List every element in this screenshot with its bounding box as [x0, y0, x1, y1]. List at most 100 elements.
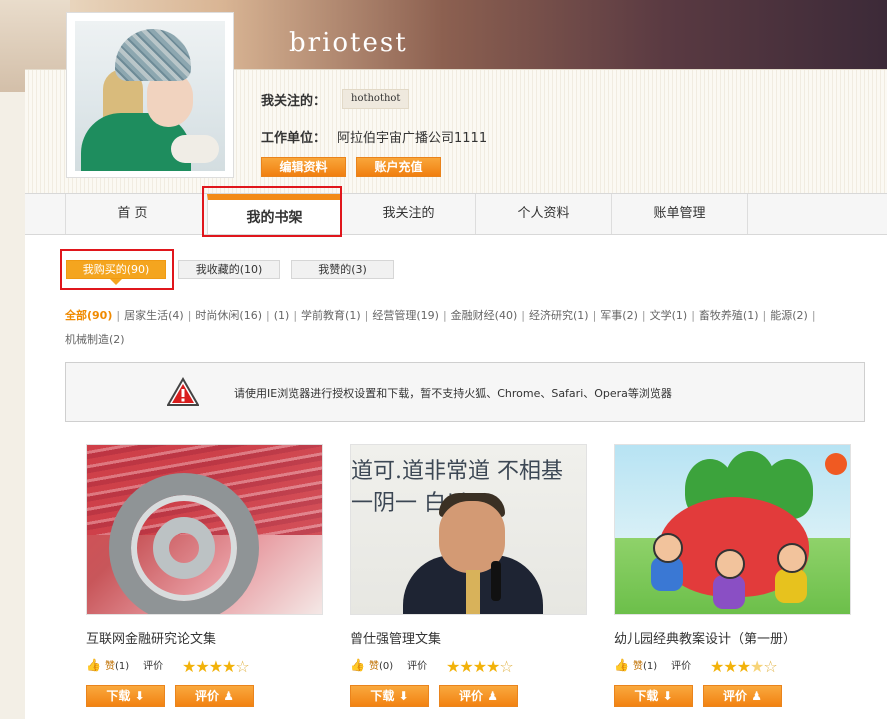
- category-filter: 全部(90) | 居家生活(4) | 时尚休闲(16) | (1) | 学前教育(1) | 经营管理…: [65, 304, 875, 352]
- nav-following[interactable]: 我关注的: [341, 194, 475, 234]
- category-item[interactable]: 全部(90): [65, 309, 112, 322]
- rating-label: 评价: [143, 661, 164, 672]
- book-cover[interactable]: 道可.道非常道 不相基 一阴一 白以乙: [350, 444, 587, 615]
- category-separator: |: [691, 309, 695, 322]
- category-item[interactable]: 能源(2): [770, 309, 808, 322]
- user-icon: ♟: [751, 689, 762, 703]
- like-label[interactable]: 赞: [633, 661, 643, 672]
- recharge-button[interactable]: 账户充值: [356, 157, 441, 177]
- nav-profile[interactable]: 个人资料: [475, 194, 611, 234]
- avatar-cup: [171, 135, 219, 163]
- book-title[interactable]: 幼儿园经典教案设计（第一册）: [614, 628, 796, 647]
- main-nav: 首 页 我的书架 我关注的 个人资料 账单管理: [25, 193, 887, 235]
- like-row: 👍 赞(0) 评价: [350, 657, 427, 672]
- download-button[interactable]: 下载 ⬇: [350, 685, 429, 707]
- star-full-icon[interactable]: ★: [446, 657, 460, 676]
- star-full-icon[interactable]: ★: [195, 657, 209, 676]
- book-cover[interactable]: [614, 444, 851, 615]
- rating-label: 评价: [671, 661, 692, 672]
- category-item[interactable]: 学前教育(1): [301, 309, 361, 322]
- nav-bill[interactable]: 账单管理: [611, 194, 748, 234]
- star-empty-icon[interactable]: ☆: [235, 657, 249, 676]
- category-item[interactable]: 时尚休闲(16): [195, 309, 262, 322]
- subtab-favorites[interactable]: 我收藏的(10): [178, 260, 280, 279]
- thumb-up-icon[interactable]: 👍: [86, 658, 101, 672]
- category-separator: |: [521, 309, 525, 322]
- browser-notice: 请使用IE浏览器进行授权设置和下载，暂不支持火狐、Chrome、Safari、O…: [65, 362, 865, 422]
- star-empty-icon[interactable]: ☆: [499, 657, 513, 676]
- user-icon: ♟: [223, 689, 234, 703]
- category-separator: |: [811, 309, 816, 322]
- category-separator: |: [762, 309, 767, 322]
- follow-tag[interactable]: hothothot: [342, 89, 410, 109]
- highlight-box-subtab: [60, 249, 174, 290]
- category-item[interactable]: 居家生活(4): [124, 309, 184, 322]
- like-label[interactable]: 赞: [369, 661, 379, 672]
- cover-kid-body: [775, 569, 807, 603]
- download-label: 下载: [370, 689, 395, 703]
- book-card: 幼儿园经典教案设计（第一册） 👍 赞(1) 评价 ★★★★☆ 下载 ⬇ 评价 ♟: [614, 444, 854, 707]
- like-label[interactable]: 赞: [105, 661, 115, 672]
- review-label: 评价: [195, 689, 220, 703]
- star-full-icon[interactable]: ★: [209, 657, 223, 676]
- book-title[interactable]: 曾仕强管理文集: [350, 628, 441, 647]
- avatar-hat: [115, 29, 191, 81]
- thumb-up-icon[interactable]: 👍: [350, 658, 365, 672]
- book-cover[interactable]: [86, 444, 323, 615]
- download-icon: ⬇: [134, 689, 145, 703]
- like-row: 👍 赞(1) 评价: [86, 657, 163, 672]
- category-item[interactable]: 经济研究(1): [529, 309, 589, 322]
- nav-home[interactable]: 首 页: [65, 194, 199, 234]
- download-label: 下载: [634, 689, 659, 703]
- review-button[interactable]: 评价 ♟: [175, 685, 254, 707]
- review-button[interactable]: 评价 ♟: [439, 685, 518, 707]
- category-item[interactable]: 经营管理(19): [372, 309, 439, 322]
- avatar[interactable]: [75, 21, 225, 171]
- category-item[interactable]: (1): [274, 309, 290, 322]
- cover-kid: [715, 549, 745, 579]
- star-full-icon[interactable]: ★: [737, 657, 751, 676]
- category-separator: |: [293, 309, 298, 322]
- star-full-icon[interactable]: ★: [222, 657, 236, 676]
- cover-speaker-tie: [466, 570, 480, 614]
- star-rating[interactable]: ★★★★☆: [182, 657, 250, 676]
- like-count: (1): [642, 661, 658, 672]
- category-item[interactable]: 机械制造(2): [65, 333, 125, 346]
- download-icon: ⬇: [398, 689, 409, 703]
- subtab-liked[interactable]: 我赞的(3): [291, 260, 394, 279]
- work-value: 阿拉伯宇宙广播公司1111: [337, 131, 488, 146]
- category-item[interactable]: 畜牧养殖(1): [699, 309, 759, 322]
- star-full-icon[interactable]: ★: [473, 657, 487, 676]
- download-button[interactable]: 下载 ⬇: [86, 685, 165, 707]
- thumb-up-icon[interactable]: 👍: [614, 658, 629, 672]
- category-separator: |: [592, 309, 597, 322]
- category-separator: |: [266, 309, 270, 322]
- warning-icon: [167, 377, 199, 406]
- cover-sun: [825, 453, 847, 475]
- book-title[interactable]: 互联网金融研究论文集: [86, 628, 216, 647]
- avatar-frame: [66, 12, 234, 178]
- category-item[interactable]: 文学(1): [650, 309, 688, 322]
- review-label: 评价: [723, 689, 748, 703]
- star-full-icon[interactable]: ★: [182, 657, 196, 676]
- star-full-icon[interactable]: ★: [486, 657, 500, 676]
- like-row: 👍 赞(1) 评价: [614, 657, 691, 672]
- review-button[interactable]: 评价 ♟: [703, 685, 782, 707]
- star-full-icon[interactable]: ★: [459, 657, 473, 676]
- cover-microphone: [491, 561, 501, 601]
- category-item[interactable]: 金融财经(40): [451, 309, 518, 322]
- cover-at-inner: [153, 517, 215, 579]
- category-item[interactable]: 军事(2): [600, 309, 638, 322]
- like-count: (1): [114, 661, 130, 672]
- star-full-icon[interactable]: ★: [723, 657, 737, 676]
- review-label: 评价: [459, 689, 484, 703]
- download-button[interactable]: 下载 ⬇: [614, 685, 693, 707]
- star-full-icon[interactable]: ★: [710, 657, 724, 676]
- star-empty-icon[interactable]: ☆: [763, 657, 777, 676]
- notice-text: 请使用IE浏览器进行授权设置和下载，暂不支持火狐、Chrome、Safari、O…: [234, 387, 672, 400]
- star-rating[interactable]: ★★★★☆: [710, 657, 778, 676]
- star-half-icon[interactable]: ★: [750, 657, 764, 676]
- star-rating[interactable]: ★★★★☆: [446, 657, 514, 676]
- category-separator: |: [187, 309, 192, 322]
- edit-profile-button[interactable]: 编辑资料: [261, 157, 346, 177]
